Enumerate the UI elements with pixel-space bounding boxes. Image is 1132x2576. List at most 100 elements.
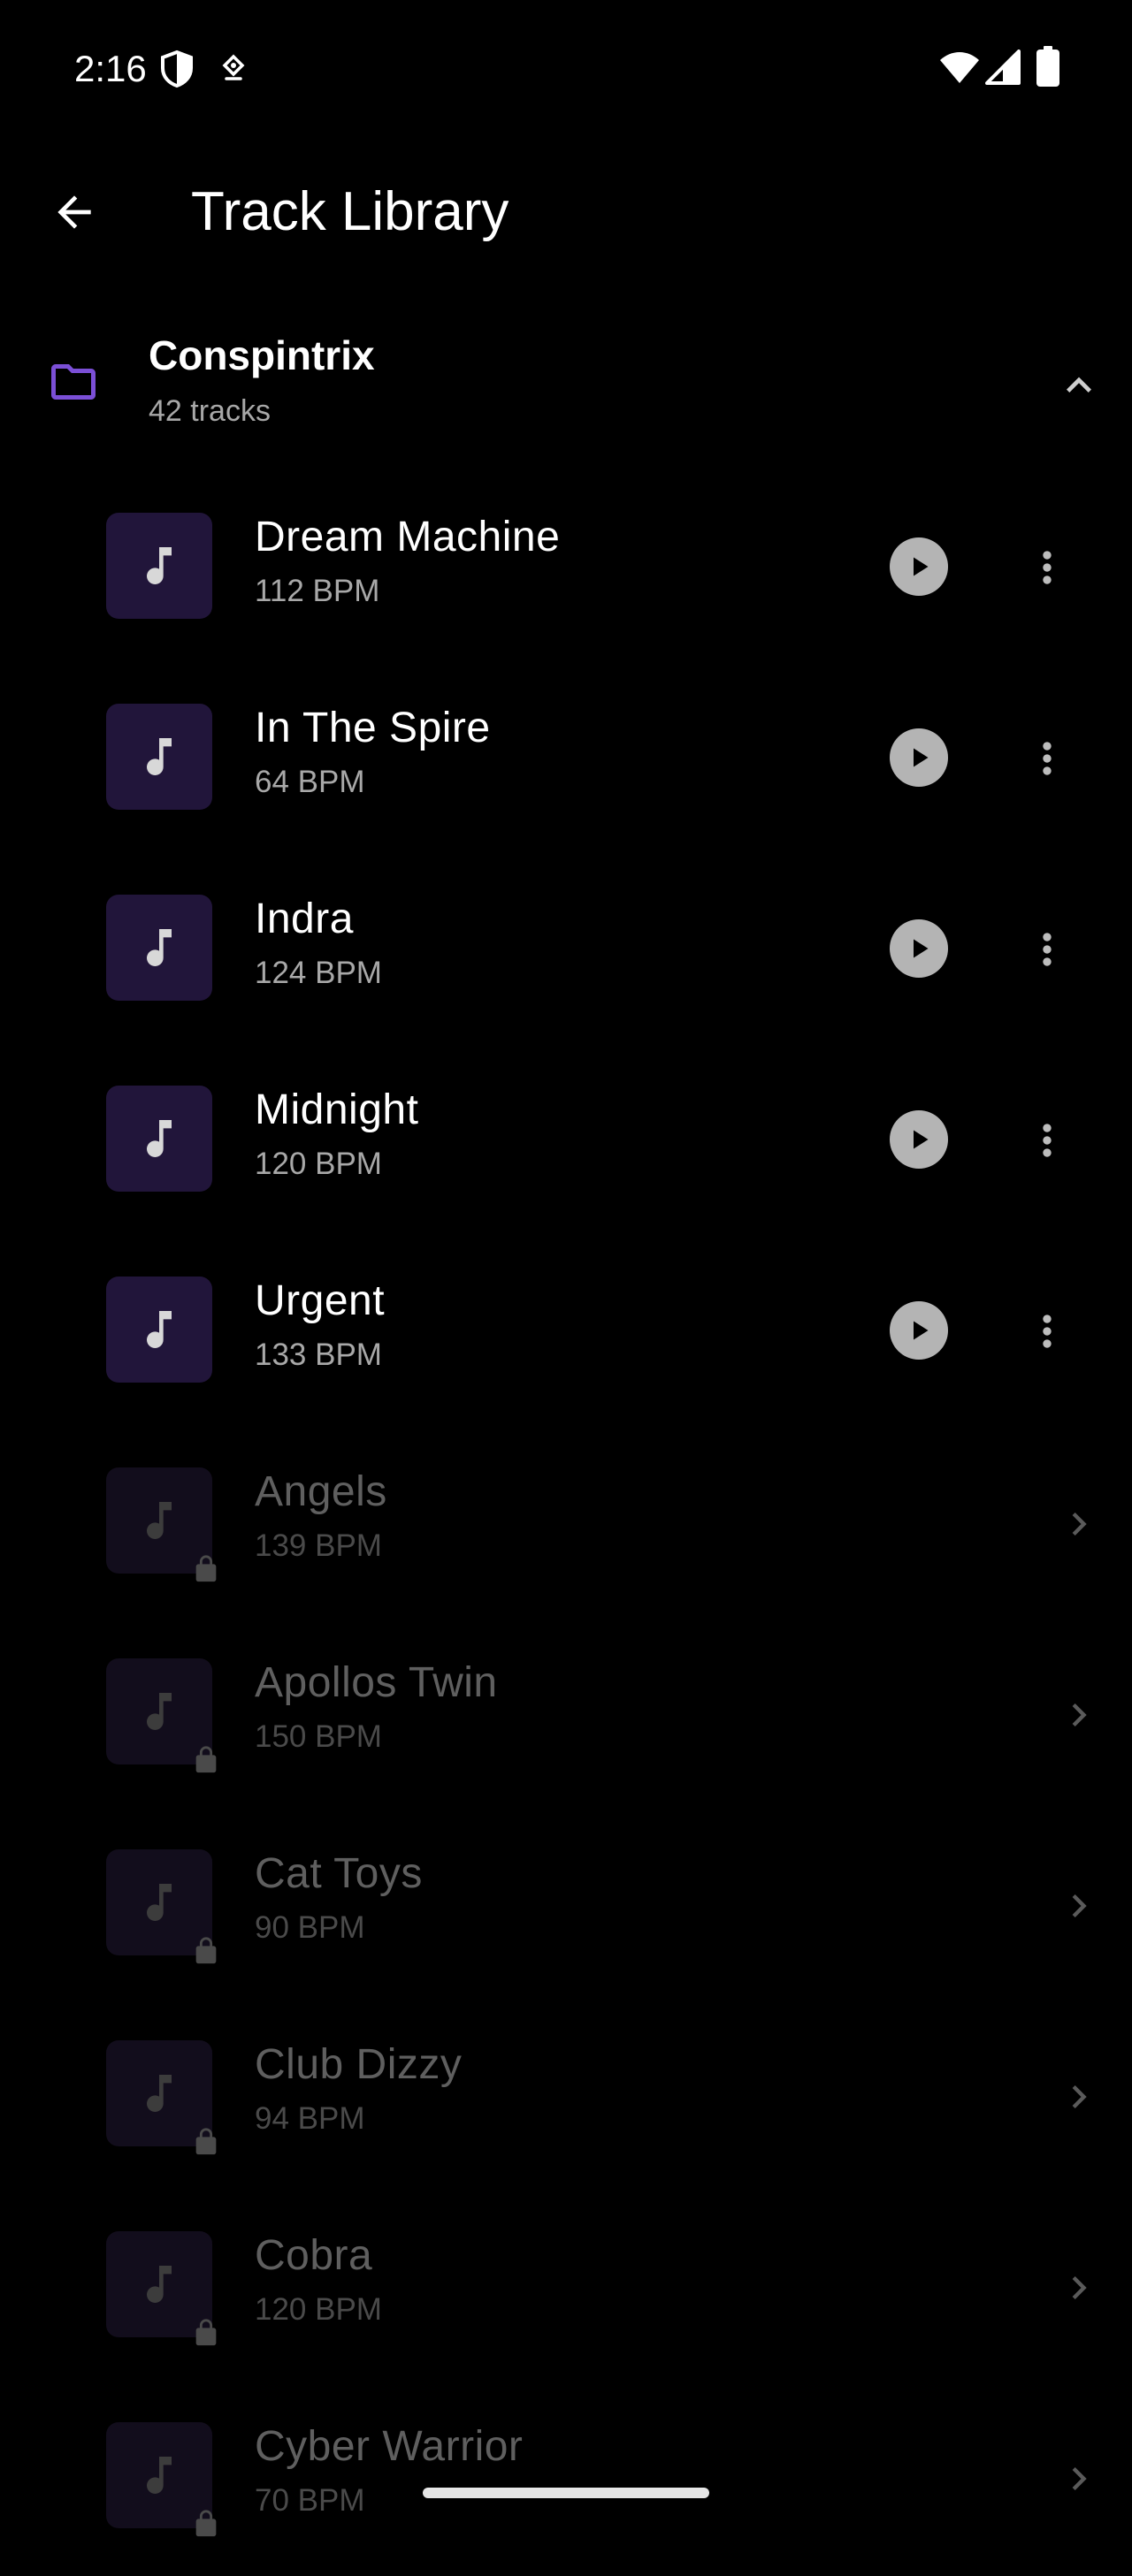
track-title: Cat Toys (255, 1850, 423, 1897)
more-options-button[interactable] (1017, 530, 1077, 605)
track-title: Cyber Warrior (255, 2423, 524, 2470)
chevron-right-button[interactable] (1052, 2452, 1105, 2505)
music-note-icon (147, 1502, 172, 1539)
locked-track-row[interactable]: Cat Toys 90 BPM (0, 1812, 1132, 2003)
folder-header[interactable]: Conspintrix 42 tracks (0, 301, 1132, 469)
lock-icon (195, 2128, 217, 2155)
lock-icon (195, 2319, 217, 2346)
track-title: Apollos Twin (255, 1659, 498, 1706)
more-vert-icon (1043, 1124, 1052, 1157)
track-thumbnail (106, 895, 212, 1001)
status-time: 2:16 (74, 48, 147, 89)
play-button[interactable] (890, 537, 948, 596)
track-bpm: 120 BPM (255, 2292, 382, 2327)
chevron-right-button[interactable] (1052, 2261, 1105, 2314)
track-row[interactable]: Midnight 120 BPM (0, 1048, 1132, 1239)
more-options-button[interactable] (1017, 912, 1077, 987)
play-icon (914, 1321, 929, 1340)
shield-icon (161, 50, 193, 88)
more-options-button[interactable] (1017, 1294, 1077, 1368)
track-title: Club Dizzy (255, 2041, 463, 2088)
music-note-icon (147, 2075, 172, 2112)
track-bpm: 90 BPM (255, 1910, 365, 1945)
lock-icon (195, 2510, 217, 2537)
lock-icon (195, 1555, 217, 1582)
locked-track-row[interactable]: Cobra 120 BPM (0, 2194, 1132, 2385)
arrow-back-icon (57, 195, 91, 229)
music-note-icon (147, 2266, 172, 2303)
music-note-icon (147, 1311, 172, 1348)
locked-track-row[interactable]: Club Dizzy 94 BPM (0, 2003, 1132, 2194)
page-title: Track Library (191, 181, 509, 242)
track-row[interactable]: Urgent 133 BPM (0, 1239, 1132, 1430)
locked-track-row[interactable]: Cyber Warrior 70 BPM (0, 2385, 1132, 2576)
chevron-right-button[interactable] (1052, 2070, 1105, 2123)
locked-track-row[interactable]: Angels 139 BPM (0, 1430, 1132, 1621)
chevron-right-icon (1072, 2467, 1087, 2490)
play-button[interactable] (890, 1110, 948, 1169)
music-note-icon (147, 1693, 172, 1730)
chevron-right-button[interactable] (1052, 1688, 1105, 1741)
more-options-button[interactable] (1017, 1103, 1077, 1177)
music-note-icon (147, 1120, 172, 1157)
track-title: Cobra (255, 2232, 373, 2279)
chevron-right-button[interactable] (1052, 1879, 1105, 1932)
track-bpm: 94 BPM (255, 2101, 365, 2136)
track-thumbnail (106, 513, 212, 619)
track-bpm: 133 BPM (255, 1338, 382, 1372)
folder-name: Conspintrix (149, 332, 375, 378)
music-note-icon (147, 547, 172, 584)
chevron-right-icon (1072, 1513, 1087, 1536)
signal-icon (985, 50, 1021, 85)
play-icon (914, 748, 929, 767)
track-title: Dream Machine (255, 514, 561, 560)
track-title: Indra (255, 896, 354, 942)
more-vert-icon (1043, 742, 1052, 775)
more-vert-icon (1043, 933, 1052, 966)
back-button[interactable] (35, 173, 113, 251)
chevron-right-icon (1072, 1703, 1087, 1726)
tether-icon (222, 54, 245, 80)
chevron-right-icon (1072, 2085, 1087, 2108)
track-row[interactable]: In The Spire 64 BPM (0, 667, 1132, 857)
track-bpm: 139 BPM (255, 1528, 382, 1563)
track-bpm: 64 BPM (255, 765, 365, 799)
music-note-icon (147, 1884, 172, 1921)
wifi-icon (940, 52, 979, 83)
play-button[interactable] (890, 1301, 948, 1360)
status-bar: 2:16 (0, 0, 1132, 133)
more-vert-icon (1043, 1315, 1052, 1348)
folder-icon (51, 364, 96, 400)
play-icon (914, 557, 929, 576)
track-thumbnail (106, 1086, 212, 1192)
more-vert-icon (1043, 551, 1052, 584)
more-options-button[interactable] (1017, 721, 1077, 796)
music-note-icon (147, 738, 172, 775)
locked-track-row[interactable]: Apollos Twin 150 BPM (0, 1621, 1132, 1812)
track-bpm: 112 BPM (255, 574, 380, 608)
play-icon (914, 939, 929, 958)
track-row[interactable]: Indra 124 BPM (0, 857, 1132, 1048)
lock-icon (195, 1746, 217, 1773)
chevron-right-icon (1072, 1894, 1087, 1917)
music-note-icon (147, 929, 172, 966)
track-row[interactable]: Dream Machine 112 BPM (0, 476, 1132, 667)
track-bpm: 120 BPM (255, 1147, 382, 1181)
folder-track-count: 42 tracks (149, 394, 271, 428)
track-title: Midnight (255, 1086, 419, 1133)
app-bar: Track Library (0, 141, 1132, 283)
play-button[interactable] (890, 728, 948, 787)
play-icon (914, 1130, 929, 1149)
chevron-right-button[interactable] (1052, 1498, 1105, 1551)
track-thumbnail (106, 704, 212, 810)
chevron-up-icon (1067, 377, 1091, 392)
music-note-icon (147, 2457, 172, 2494)
track-bpm: 150 BPM (255, 1719, 382, 1754)
track-bpm: 124 BPM (255, 956, 382, 990)
collapse-button[interactable] (1044, 350, 1114, 421)
track-title: Urgent (255, 1277, 386, 1324)
track-title: In The Spire (255, 705, 491, 751)
play-button[interactable] (890, 919, 948, 978)
home-indicator[interactable] (423, 2488, 709, 2498)
track-bpm: 70 BPM (255, 2483, 365, 2518)
